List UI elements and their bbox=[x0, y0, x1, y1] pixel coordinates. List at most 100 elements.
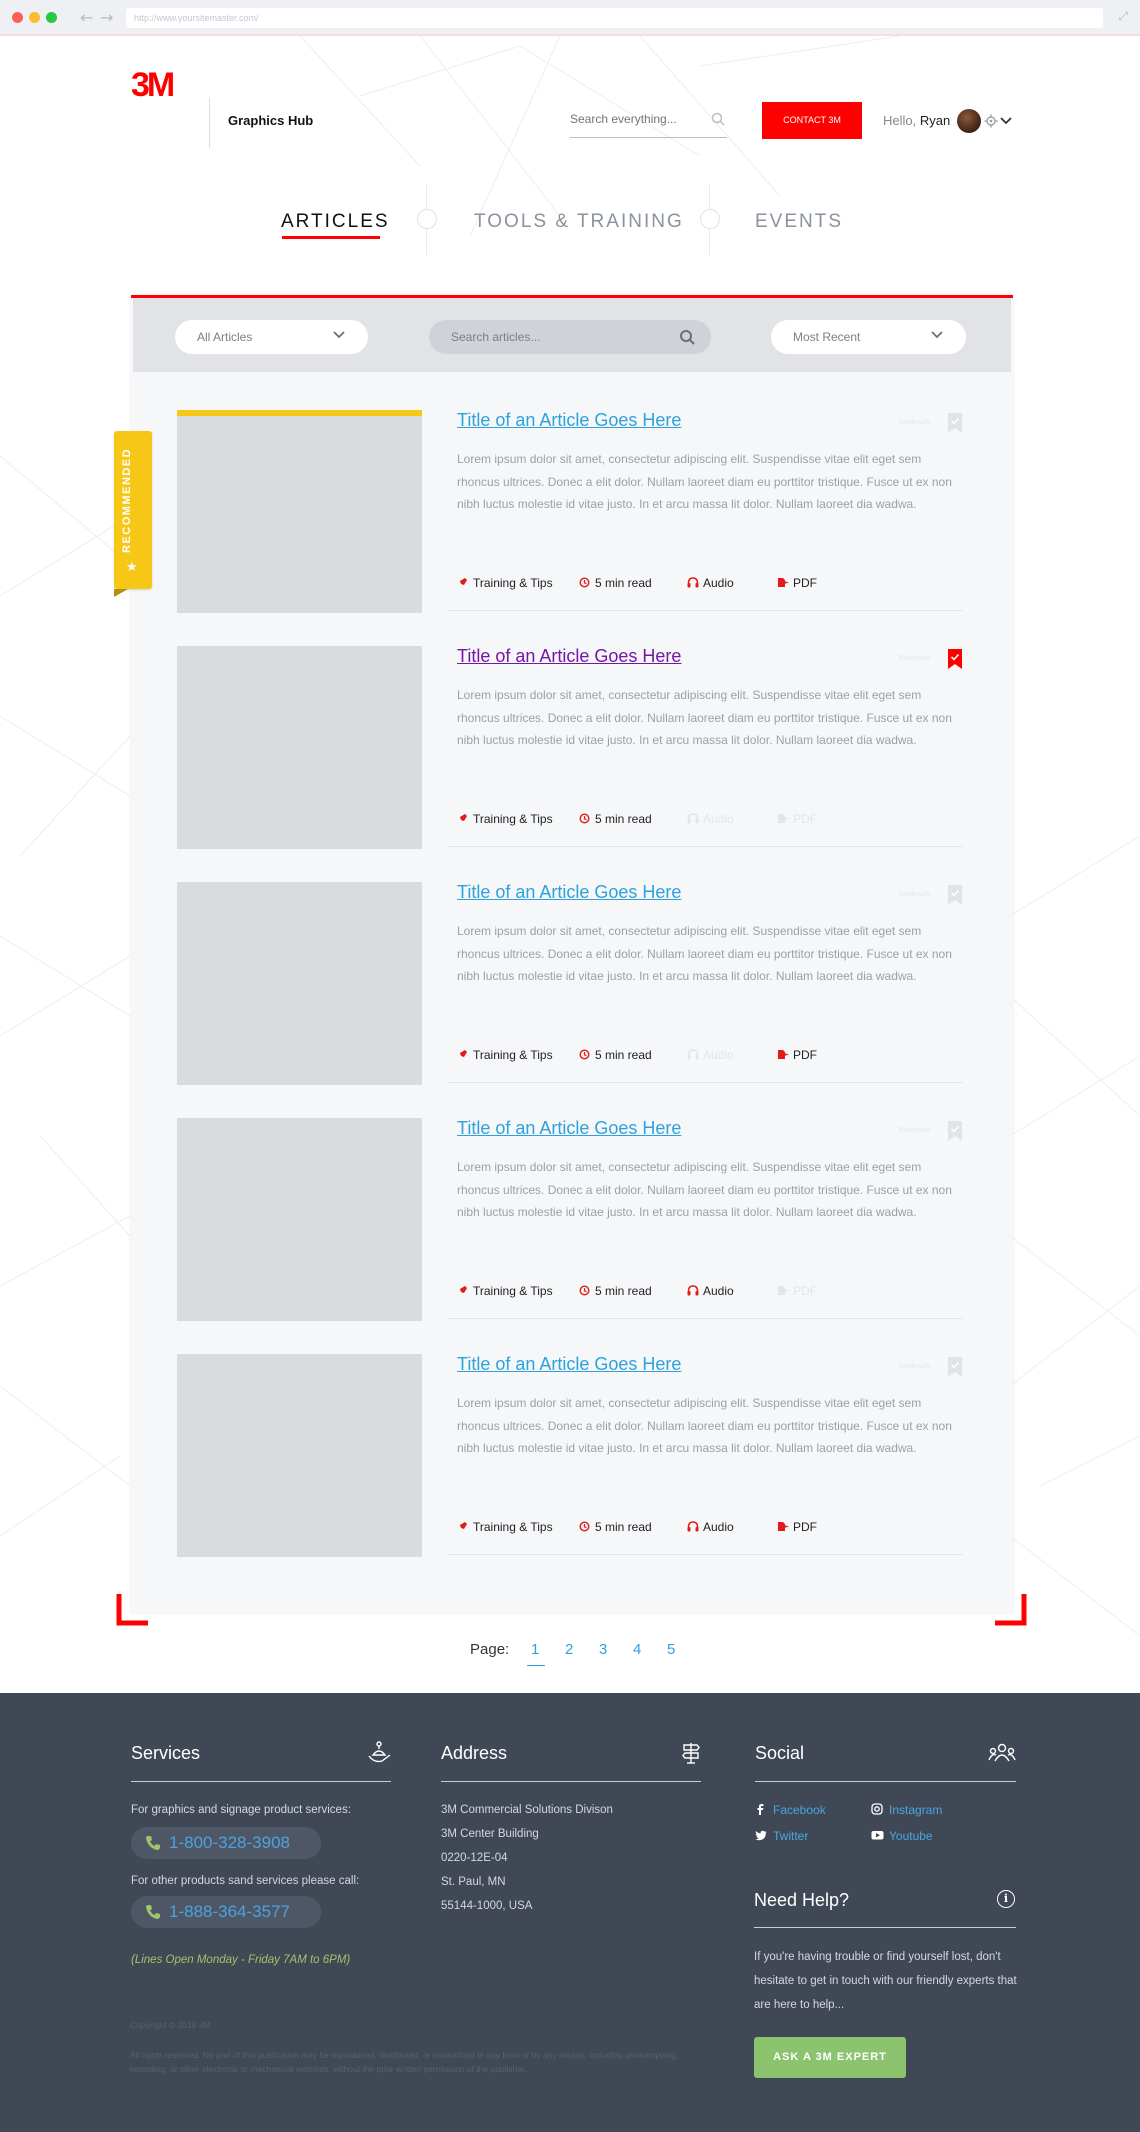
address-divider bbox=[441, 1781, 701, 1782]
pdf-link[interactable]: PDF bbox=[777, 1048, 817, 1063]
audio-link[interactable]: Audio bbox=[687, 576, 734, 591]
chevron-down-icon bbox=[333, 331, 345, 339]
brand-logo[interactable]: 3M bbox=[131, 66, 175, 105]
article-excerpt: Lorem ipsum dolor sit amet, consectetur … bbox=[457, 924, 952, 983]
site-name[interactable]: Graphics Hub bbox=[228, 113, 313, 128]
article-title-link[interactable]: Title of an Article Goes Here bbox=[457, 1118, 681, 1139]
category-select-value: All Articles bbox=[197, 330, 253, 344]
facebook-label: Facebook bbox=[773, 1803, 826, 1817]
twitter-label: Twitter bbox=[773, 1829, 809, 1843]
pdf-link[interactable]: PDF bbox=[777, 1520, 817, 1535]
bookmark-label: Bookmark bbox=[899, 655, 931, 662]
pagination-label: Page: bbox=[470, 1641, 510, 1658]
bookmark-icon[interactable] bbox=[948, 1357, 962, 1377]
tab-tools-training[interactable]: TOOLS & TRAINING bbox=[474, 211, 684, 233]
ask-expert-button[interactable]: ASK A 3M EXPERT bbox=[754, 2037, 906, 2078]
star-icon: ★ bbox=[126, 560, 138, 575]
article-divider bbox=[448, 610, 963, 611]
back-arrow-icon[interactable]: ← bbox=[80, 8, 93, 27]
bookmark-icon[interactable] bbox=[948, 1121, 962, 1141]
headphones-icon bbox=[687, 1521, 703, 1535]
article-search[interactable]: Search articles... bbox=[429, 320, 711, 354]
bookmark-icon[interactable] bbox=[948, 649, 962, 669]
fullscreen-icon[interactable]: ⤢ bbox=[1118, 9, 1128, 24]
global-search-input[interactable] bbox=[570, 108, 700, 126]
close-window-icon[interactable] bbox=[12, 12, 23, 23]
category-tag[interactable]: Training & Tips bbox=[457, 1048, 553, 1063]
clock-icon bbox=[579, 577, 595, 591]
category-icon bbox=[457, 1521, 473, 1535]
pdf-link: PDF bbox=[777, 812, 817, 827]
twitter-link[interactable]: Twitter bbox=[755, 1829, 809, 1843]
read-time: 5 min read bbox=[579, 1520, 652, 1535]
audio-label: Audio bbox=[703, 812, 734, 826]
community-icon bbox=[988, 1743, 1016, 1762]
article-card: Title of an Article Goes Here Lorem ipsum… bbox=[177, 646, 963, 849]
greeting-text: Hello, bbox=[883, 113, 917, 128]
article-title-link[interactable]: Title of an Article Goes Here bbox=[457, 646, 681, 667]
search-icon[interactable] bbox=[711, 112, 725, 126]
article-title-link[interactable]: Title of an Article Goes Here bbox=[457, 410, 681, 431]
avatar[interactable] bbox=[957, 109, 981, 133]
category-tag[interactable]: Training & Tips bbox=[457, 812, 553, 827]
article-excerpt: Lorem ipsum dolor sit amet, consectetur … bbox=[457, 452, 952, 511]
category-tag[interactable]: Training & Tips bbox=[457, 1520, 553, 1535]
corner-bracket-right bbox=[995, 1594, 1027, 1626]
article-thumbnail[interactable] bbox=[177, 410, 422, 613]
article-thumbnail[interactable] bbox=[177, 1118, 422, 1321]
browser-chrome: ← → http://www.yoursitemaster.com/ ⤢ bbox=[0, 0, 1140, 36]
signpost-icon bbox=[682, 1743, 700, 1764]
audio-label: Audio bbox=[703, 1520, 734, 1534]
article-thumbnail[interactable] bbox=[177, 882, 422, 1085]
article-thumbnail[interactable] bbox=[177, 646, 422, 849]
category-select[interactable]: All Articles bbox=[175, 320, 368, 354]
read-time: 5 min read bbox=[579, 576, 652, 591]
minimize-window-icon[interactable] bbox=[29, 12, 40, 23]
phone-button-1[interactable]: 1-800-328-3908 bbox=[131, 1827, 321, 1859]
page-link-3[interactable]: 3 bbox=[599, 1641, 607, 1658]
page-link-4[interactable]: 4 bbox=[633, 1641, 641, 1658]
address-line: 55144-1000, USA bbox=[441, 1900, 533, 1912]
article-card: Title of an Article Goes Here Lorem ipsum… bbox=[177, 410, 963, 613]
instagram-link[interactable]: Instagram bbox=[871, 1803, 942, 1817]
address-bar[interactable]: http://www.yoursitemaster.com/ bbox=[126, 8, 1103, 28]
address-line: 0220-12E-04 bbox=[441, 1852, 508, 1864]
user-name[interactable]: Ryan bbox=[920, 113, 950, 128]
audio-link[interactable]: Audio bbox=[687, 1520, 734, 1535]
search-icon[interactable] bbox=[679, 329, 695, 345]
audio-label: Audio bbox=[703, 1048, 734, 1062]
page-link-2[interactable]: 2 bbox=[565, 1641, 573, 1658]
contact-button[interactable]: CONTACT 3M bbox=[762, 102, 862, 139]
clock-icon bbox=[579, 1049, 595, 1063]
article-thumbnail[interactable] bbox=[177, 1354, 422, 1557]
sort-select[interactable]: Most Recent bbox=[771, 320, 966, 354]
maximize-window-icon[interactable] bbox=[46, 12, 57, 23]
article-title-link[interactable]: Title of an Article Goes Here bbox=[457, 882, 681, 903]
pdf-link[interactable]: PDF bbox=[777, 576, 817, 591]
audio-label: Audio bbox=[703, 576, 734, 590]
tab-events[interactable]: EVENTS bbox=[755, 211, 843, 233]
bookmark-icon[interactable] bbox=[948, 885, 962, 905]
clock-icon bbox=[579, 1521, 595, 1535]
settings-menu[interactable] bbox=[983, 110, 1015, 132]
address-line: St. Paul, MN bbox=[441, 1876, 506, 1888]
pdf-label: PDF bbox=[793, 576, 817, 590]
tab-articles[interactable]: ARTICLES bbox=[281, 211, 390, 233]
phone-button-2[interactable]: 1-888-364-3577 bbox=[131, 1896, 321, 1928]
article-title-link[interactable]: Title of an Article Goes Here bbox=[457, 1354, 681, 1375]
article-divider bbox=[448, 1554, 963, 1555]
bookmark-icon[interactable] bbox=[948, 413, 962, 433]
pdf-icon bbox=[777, 577, 793, 591]
address-line: 3M Commercial Solutions Divison bbox=[441, 1804, 613, 1816]
article-divider bbox=[448, 1082, 963, 1083]
facebook-link[interactable]: Facebook bbox=[757, 1803, 826, 1817]
page-link-1[interactable]: 1 bbox=[531, 1641, 539, 1658]
audio-link[interactable]: Audio bbox=[687, 1284, 734, 1299]
page-link-5[interactable]: 5 bbox=[667, 1641, 675, 1658]
category-tag[interactable]: Training & Tips bbox=[457, 1284, 553, 1299]
services-line-2: For other products sand services please … bbox=[131, 1875, 360, 1887]
pdf-link: PDF bbox=[777, 1284, 817, 1299]
youtube-link[interactable]: Youtube bbox=[871, 1829, 933, 1843]
forward-arrow-icon[interactable]: → bbox=[100, 8, 113, 27]
category-tag[interactable]: Training & Tips bbox=[457, 576, 553, 591]
